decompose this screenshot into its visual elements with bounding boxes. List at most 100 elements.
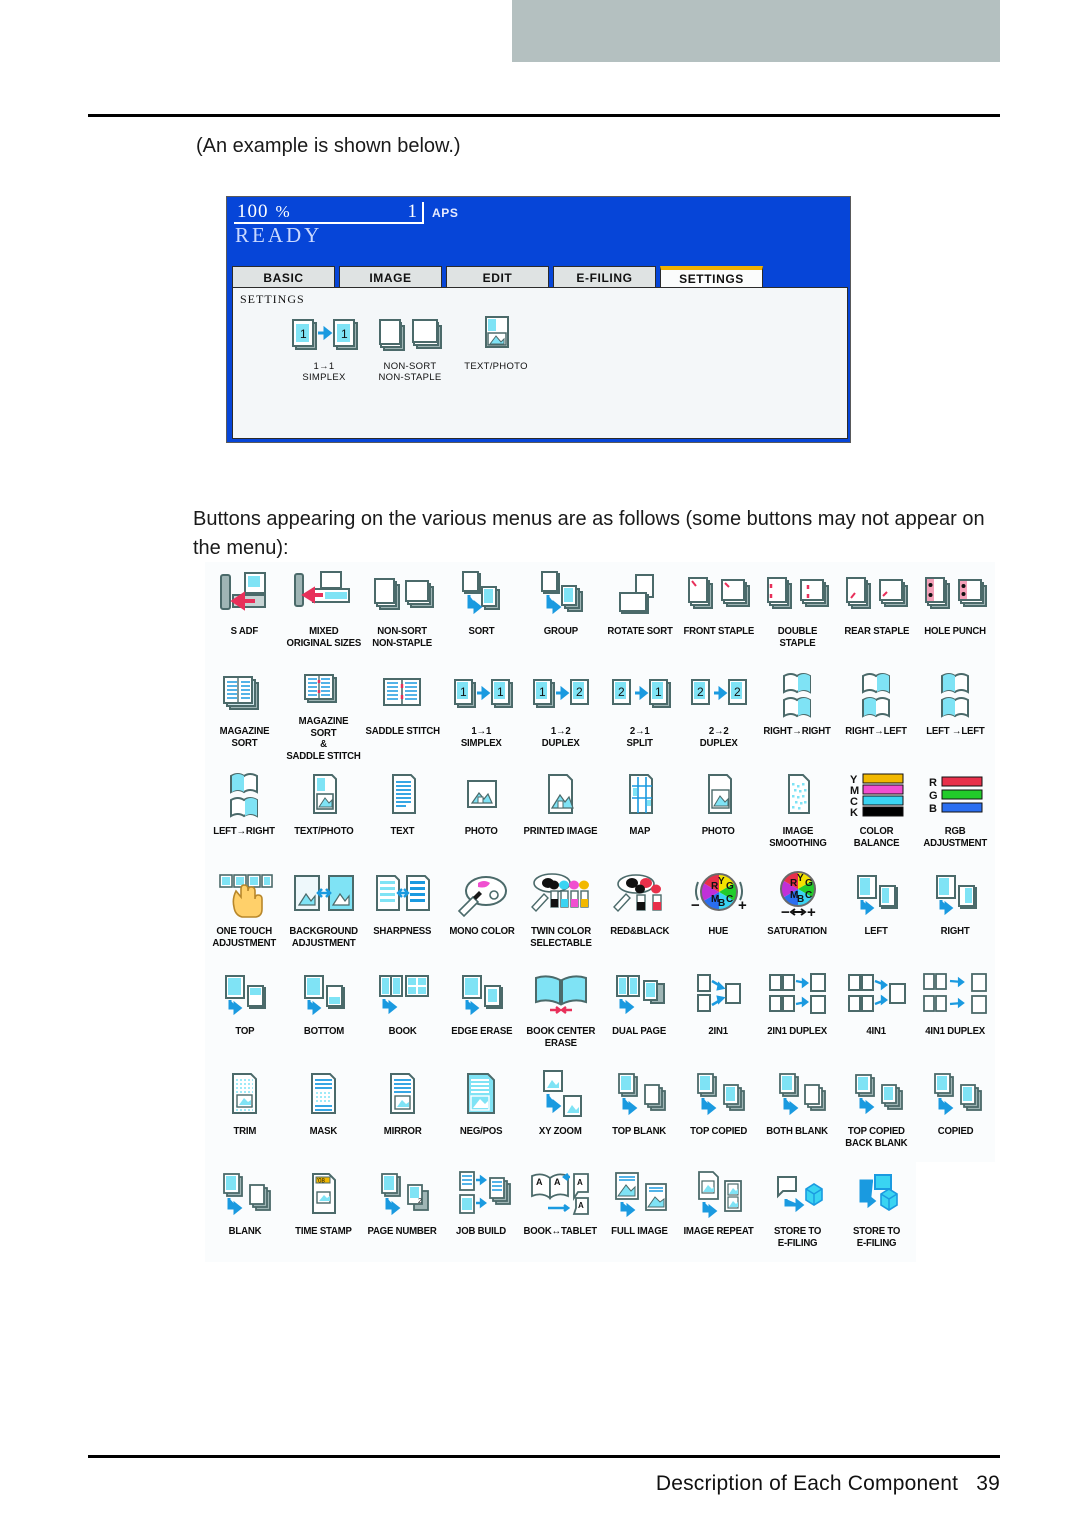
svg-text:B: B: [797, 894, 804, 905]
grid-cell-book[interactable]: BOOK: [363, 962, 442, 1062]
grid-cell-trim[interactable]: TRIM: [205, 1062, 284, 1162]
grid-cell-saddle-stitch[interactable]: SADDLE STITCH: [363, 662, 442, 762]
grid-cell-group[interactable]: GROUP: [521, 562, 600, 662]
saddle-stitch-icon: [366, 664, 440, 726]
book-icon: [366, 964, 440, 1026]
grid-cell-image-repeat[interactable]: IMAGE REPEAT: [679, 1162, 758, 1262]
grid-cell-map[interactable]: MAP: [600, 762, 679, 862]
grid-cell-time-stamp[interactable]: '08 TIME STAMP: [284, 1162, 363, 1262]
grid-cell-rotate-sort[interactable]: ROTATE SORT: [600, 562, 679, 662]
grid-cell-book-tablet[interactable]: A A A A BOOK↔TABLET: [521, 1162, 600, 1262]
grid-cell-top-copied-back-blank[interactable]: TOP COPIED BACK BLANK: [837, 1062, 916, 1162]
double-staple-icon: [761, 564, 835, 626]
grid-cell-front-staple[interactable]: FRONT STAPLE: [679, 562, 758, 662]
grid-cell-sharpness[interactable]: SHARPNESS: [363, 862, 442, 962]
grid-cell-mono-color[interactable]: MONO COLOR: [442, 862, 521, 962]
lcd-item-non-sort-non-staple[interactable]: NON-SORT NON-STAPLE: [371, 312, 449, 383]
tab-settings[interactable]: SETTINGS: [660, 266, 763, 288]
grid-label: IMAGE SMOOTHING: [768, 826, 827, 849]
grid-cell-2in1[interactable]: 2IN1: [679, 962, 758, 1062]
grid-cell-both-blank[interactable]: BOTH BLANK: [758, 1062, 837, 1162]
grid-cell-double-staple[interactable]: DOUBLE STAPLE: [758, 562, 837, 662]
grid-cell-photo-alt[interactable]: PHOTO: [679, 762, 758, 862]
svg-text:1: 1: [341, 327, 348, 341]
grid-cell-one-touch-adjustment[interactable]: ONE TOUCH ADJUSTMENT: [205, 862, 284, 962]
grid-label: BACKGROUND ADJUSTMENT: [289, 926, 358, 949]
grid-cell-left-to-left[interactable]: LEFT →LEFT: [916, 662, 995, 762]
hole-punch-icon: [919, 564, 993, 626]
grid-cell-photo[interactable]: PHOTO: [442, 762, 521, 862]
grid-cell-copied[interactable]: COPIED: [916, 1062, 995, 1162]
grid-cell-hole-punch[interactable]: HOLE PUNCH: [916, 562, 995, 662]
grid-cell-duplex-1-2[interactable]: 1 2 1→2 DUPLEX: [521, 662, 600, 762]
grid-cell-xy-zoom[interactable]: XY ZOOM: [521, 1062, 600, 1162]
grid-cell-top[interactable]: TOP: [205, 962, 284, 1062]
grid-cell-right[interactable]: RIGHT: [916, 862, 995, 962]
grid-cell-rgb-adjustment[interactable]: R G B RGB ADJUSTMENT: [916, 762, 995, 862]
svg-text:2: 2: [734, 685, 741, 699]
grid-label: DOUBLE STAPLE: [777, 626, 818, 649]
grid-cell-printed-image[interactable]: PRINTED IMAGE: [521, 762, 600, 862]
intro-line: (An example is shown below.): [196, 135, 461, 157]
grid-cell-bottom[interactable]: BOTTOM: [284, 962, 363, 1062]
grid-cell-split-2-1[interactable]: 2 1 2→1 SPLIT: [600, 662, 679, 762]
grid-cell-simplex[interactable]: 1 1 1→1 SIMPLEX: [442, 662, 521, 762]
grid-cell-non-sort-non-staple[interactable]: NON-SORT NON-STAPLE: [363, 562, 442, 662]
grid-cell-sort[interactable]: SORT: [442, 562, 521, 662]
grid-cell-saturation[interactable]: R Y G M B C − + SATURATION: [758, 862, 837, 962]
magazine-sort-icon: [208, 664, 282, 726]
tab-e-filing[interactable]: E-FILING: [553, 266, 656, 288]
grid-cell-red-and-black[interactable]: RED&BLACK: [600, 862, 679, 962]
grid-cell-book-center-erase[interactable]: BOOK CENTER ERASE: [521, 962, 600, 1062]
grid-cell-top-blank[interactable]: TOP BLANK: [600, 1062, 679, 1162]
svg-text:G: G: [726, 881, 734, 892]
grid-cell-text-photo[interactable]: TEXT/PHOTO: [284, 762, 363, 862]
grid-cell-edge-erase[interactable]: EDGE ERASE: [442, 962, 521, 1062]
grid-cell-right-to-right[interactable]: RIGHT→RIGHT: [758, 662, 837, 762]
grid-cell-full-image[interactable]: FULL IMAGE: [600, 1162, 679, 1262]
grid-cell-mixed-original-sizes[interactable]: MIXED ORIGINAL SIZES: [284, 562, 363, 662]
grid-cell-4in1-duplex[interactable]: 4IN1 DUPLEX: [916, 962, 995, 1062]
simplex-icon: 1 1: [285, 312, 363, 358]
grid-cell-top-copied[interactable]: TOP COPIED: [679, 1062, 758, 1162]
grid-cell-color-balance[interactable]: Y M C K COLOR BALANCE: [837, 762, 916, 862]
grid-cell-2in1-duplex[interactable]: 2IN1 DUPLEX: [758, 962, 837, 1062]
top-copied-icon: [682, 1064, 756, 1126]
lcd-item-text-photo[interactable]: TEXT/PHOTO: [457, 312, 535, 372]
grid-cell-right-to-left[interactable]: RIGHT→LEFT: [837, 662, 916, 762]
grid-cell-store-to-e-filing[interactable]: STORE TO E-FILING: [758, 1162, 837, 1262]
tab-basic[interactable]: BASIC: [232, 266, 335, 288]
svg-text:1: 1: [497, 685, 504, 699]
grid-cell-magazine-sort-saddle-stitch[interactable]: MAGAZINE SORT & SADDLE STITCH: [284, 662, 363, 762]
tab-image[interactable]: IMAGE: [339, 266, 442, 288]
grid-cell-neg-pos[interactable]: NEG/POS: [442, 1062, 521, 1162]
grid-cell-page-number[interactable]: 2 PAGE NUMBER: [363, 1162, 442, 1262]
tab-edit[interactable]: EDIT: [446, 266, 549, 288]
grid-cell-image-smoothing[interactable]: IMAGE SMOOTHING: [758, 762, 837, 862]
grid-cell-mirror[interactable]: MIRROR: [363, 1062, 442, 1162]
grid-cell-left-to-right[interactable]: LEFT→RIGHT: [205, 762, 284, 862]
grid-cell-job-build[interactable]: JOB BUILD: [442, 1162, 521, 1262]
grid-cell-hue[interactable]: R Y G M B C − + HUE: [679, 862, 758, 962]
grid-label: BOOK: [388, 1026, 417, 1037]
s-adf-icon: [208, 564, 282, 626]
grid-cell-duplex-2-2[interactable]: 2 2 2→2 DUPLEX: [679, 662, 758, 762]
image-repeat-icon: [682, 1164, 756, 1226]
grid-cell-text[interactable]: TEXT: [363, 762, 442, 862]
grid-cell-left[interactable]: LEFT: [837, 862, 916, 962]
grid-cell-store-to-e-filing-alt[interactable]: STORE TO E-FILING: [837, 1162, 916, 1262]
grid-cell-dual-page[interactable]: DUAL PAGE: [600, 962, 679, 1062]
grid-cell-magazine-sort[interactable]: MAGAZINE SORT: [205, 662, 284, 762]
grid-cell-s-adf[interactable]: S ADF: [205, 562, 284, 662]
grid-cell-4in1[interactable]: 4IN1: [837, 962, 916, 1062]
lcd-item-simplex[interactable]: 1 1 1→1 SIMPLEX: [285, 312, 363, 383]
sort-icon: [445, 564, 519, 626]
grid-cell-rear-staple[interactable]: REAR STAPLE: [837, 562, 916, 662]
xy-zoom-icon: [524, 1064, 598, 1126]
grid-cell-twin-color-selectable[interactable]: TWIN COLOR SELECTABLE: [521, 862, 600, 962]
grid-cell-mask[interactable]: MASK: [284, 1062, 363, 1162]
lcd-item-label: TEXT/PHOTO: [464, 361, 528, 372]
image-smoothing-icon: [761, 764, 835, 826]
grid-cell-blank[interactable]: BLANK: [205, 1162, 284, 1262]
grid-cell-background-adjustment[interactable]: BACKGROUND ADJUSTMENT: [284, 862, 363, 962]
